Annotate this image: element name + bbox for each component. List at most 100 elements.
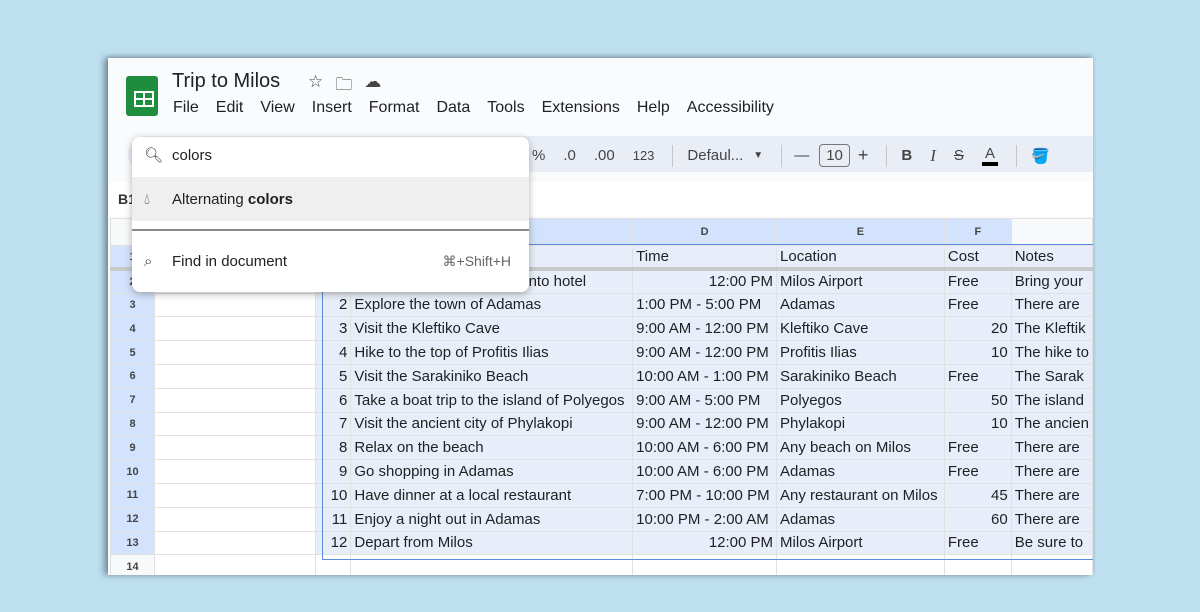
cell[interactable]: 10:00 AM - 6:00 PM [632,435,778,461]
cell[interactable]: 20 [943,316,1012,342]
column-header-f[interactable]: F [943,218,1012,246]
cell[interactable] [943,554,1012,575]
move-folder-icon[interactable]: 🗀 [335,72,352,101]
increase-decimal-button[interactable]: .00 [594,147,615,164]
row-header[interactable]: 6 [110,363,155,389]
text-color-button[interactable]: A [981,145,998,166]
cell[interactable]: 3 [314,316,352,342]
chevron-down-icon[interactable]: ▼ [753,150,763,161]
row-header[interactable]: 8 [110,411,155,437]
cell[interactable]: 9:00 AM - 12:00 PM [632,340,778,365]
menu-format[interactable]: Format [369,99,420,117]
cell[interactable]: 5 [314,363,352,389]
cell[interactable] [632,554,778,575]
row-header[interactable]: 4 [110,316,155,342]
column-header-d[interactable]: D [632,218,778,246]
cell[interactable] [154,340,316,365]
cell[interactable]: 9:00 AM - 5:00 PM [632,387,778,413]
cell[interactable]: 1:00 PM - 5:00 PM [632,292,778,318]
cell[interactable]: Profitis Ilias [776,340,945,365]
cell[interactable]: Adamas [776,292,945,318]
cell[interactable]: 9 [314,459,352,484]
cell[interactable]: 7:00 PM - 10:00 PM [632,482,778,508]
cell[interactable] [154,435,316,461]
cell[interactable]: Polyegos [776,387,945,413]
cell[interactable]: 10 [943,411,1012,437]
cell[interactable]: Milos Airport [776,268,945,294]
cell[interactable]: Hike to the top of Profitis Ilias [350,340,634,365]
cell[interactable]: Explore the town of Adamas [350,292,634,318]
menu-file[interactable]: File [173,99,199,117]
cell[interactable]: Free [943,459,1012,484]
menu-edit[interactable]: Edit [216,99,244,117]
row-header[interactable]: 10 [110,459,155,484]
cell[interactable]: 6 [314,387,352,413]
cell[interactable]: 10:00 AM - 6:00 PM [632,459,778,484]
star-icon[interactable]: ☆ [308,72,323,101]
cell[interactable]: The hike to [1010,340,1093,365]
cell[interactable]: 7 [314,411,352,437]
more-formats-button[interactable]: 123 [633,148,655,163]
cell[interactable]: Any beach on Milos [776,435,945,461]
menu-tools[interactable]: Tools [487,99,524,117]
column-header-e[interactable]: E [776,218,945,246]
bold-button[interactable]: B [901,147,912,164]
cell[interactable]: There are [1010,506,1093,532]
cell[interactable]: Enjoy a night out in Adamas [350,506,634,532]
cloud-saved-icon[interactable]: ☁ [364,72,381,101]
cell[interactable]: 4 [314,340,352,365]
sheets-logo[interactable] [126,76,158,116]
cell[interactable] [1010,554,1093,575]
cell[interactable] [154,292,316,318]
cell[interactable] [154,506,316,532]
italic-button[interactable]: I [930,146,936,166]
cell[interactable]: There are [1010,435,1093,461]
result-alternating-colors[interactable]: 💧︎ Alternating colors [132,177,529,221]
cell[interactable]: Have dinner at a local restaurant [350,482,634,508]
cell[interactable]: Be sure to [1010,530,1093,556]
cell[interactable] [154,459,316,484]
doc-title[interactable]: Trip to Milos [172,70,280,93]
cell[interactable]: 12:00 PM [632,268,778,294]
cell[interactable]: There are [1010,459,1093,484]
cell[interactable]: There are [1010,482,1093,508]
cell[interactable]: Adamas [776,506,945,532]
cell[interactable]: Free [943,268,1012,294]
cell[interactable]: Adamas [776,459,945,484]
cell[interactable]: The ancien [1010,411,1093,437]
cell[interactable]: Cost [943,245,1012,272]
cell[interactable] [776,554,945,575]
cell[interactable] [154,316,316,342]
cell[interactable]: There are [1010,292,1093,318]
cell[interactable]: Go shopping in Adamas [350,459,634,484]
cell[interactable]: 10:00 PM - 2:00 AM [632,506,778,532]
percent-button[interactable]: % [532,147,545,164]
row-header[interactable]: 14 [110,554,155,575]
cell[interactable]: 10 [943,340,1012,365]
cell[interactable]: Time [632,245,778,272]
cell[interactable]: Kleftiko Cave [776,316,945,342]
cell[interactable]: Free [943,435,1012,461]
cell[interactable]: Milos Airport [776,530,945,556]
cell[interactable]: Depart from Milos [350,530,634,556]
cell[interactable] [350,554,634,575]
cell[interactable]: 12 [314,530,352,556]
strikethrough-button[interactable]: S [954,147,964,164]
cell[interactable]: Visit the ancient city of Phylakopi [350,411,634,437]
cell[interactable]: 9:00 AM - 12:00 PM [632,411,778,437]
row-header[interactable]: 13 [110,530,155,556]
cell[interactable]: Free [943,363,1012,389]
column-header-g[interactable] [1010,218,1093,246]
cell[interactable]: 45 [943,482,1012,508]
menu-extensions[interactable]: Extensions [542,99,620,117]
cell[interactable]: 9:00 AM - 12:00 PM [632,316,778,342]
search-menus-input[interactable]: colors [172,147,212,164]
cell[interactable] [154,530,316,556]
cell[interactable] [314,554,352,575]
cell[interactable]: Relax on the beach [350,435,634,461]
cell[interactable]: 12:00 PM [632,530,778,556]
cell[interactable]: 11 [314,506,352,532]
cell[interactable]: Visit the Kleftiko Cave [350,316,634,342]
row-header[interactable]: 11 [110,482,155,508]
cell[interactable]: Free [943,530,1012,556]
